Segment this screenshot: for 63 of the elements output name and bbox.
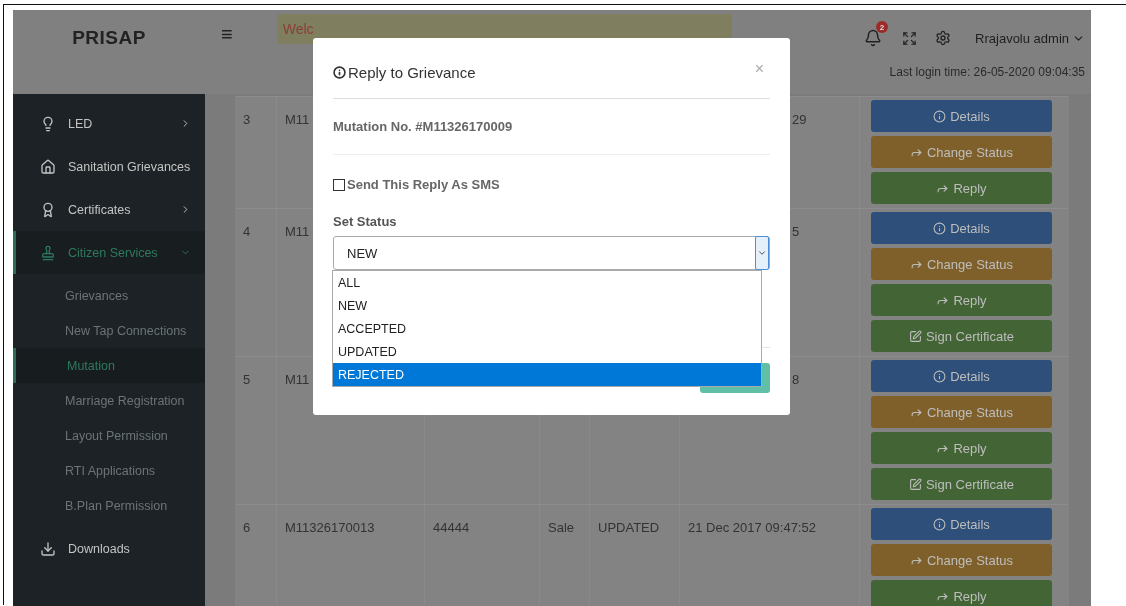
last-login-text: Last login time: 26-05-2020 09:04:35 (889, 65, 1085, 79)
action-button[interactable]: Reply (871, 580, 1052, 606)
action-button[interactable]: Details (871, 212, 1052, 244)
action-button[interactable]: Details (871, 100, 1052, 132)
edit-icon (908, 477, 922, 491)
action-button[interactable]: Change Status (871, 396, 1052, 428)
action-button[interactable]: Reply (871, 432, 1052, 464)
sidebar-item[interactable]: Citizen Services (13, 231, 205, 274)
sidebar-item[interactable]: Downloads (13, 527, 205, 570)
status-option[interactable]: REJECTED (333, 363, 761, 386)
action-button[interactable]: Change Status (871, 544, 1052, 576)
info-icon (933, 517, 947, 531)
table-cell: 44444 (425, 505, 540, 606)
table-cell: M11326170013 (277, 505, 425, 606)
sidebar-item-icon (40, 244, 56, 261)
action-button[interactable]: Sign Certificate (871, 468, 1052, 500)
sidebar-subitem[interactable]: B.Plan Permission (13, 488, 205, 523)
action-button[interactable]: Reply (871, 172, 1052, 204)
sidebar-item-icon (40, 201, 56, 218)
sidebar-item[interactable]: Sanitation Grievances (13, 145, 205, 188)
notification-count: 2 (876, 21, 889, 33)
sidebar-item[interactable]: LED (13, 102, 205, 145)
sidebar-subitem[interactable]: New Tap Connections (13, 313, 205, 348)
status-select[interactable]: NEW (333, 236, 770, 270)
sidebar-subitem[interactable]: Mutation (13, 348, 205, 383)
table-cell: 6 (235, 505, 277, 606)
sidebar-item-icon (40, 540, 56, 557)
mutation-number: Mutation No. #M11326170009 (333, 99, 770, 155)
action-button[interactable]: Sign Certificate (871, 320, 1052, 352)
settings-icon[interactable] (935, 30, 952, 46)
notification-icon[interactable] (864, 29, 883, 47)
menu-icon[interactable]: ≡ (221, 23, 233, 51)
table-cell: 3 (235, 97, 277, 208)
action-button[interactable]: Reply (871, 284, 1052, 316)
status-label: Set Status (333, 214, 398, 229)
fullscreen-icon[interactable] (902, 30, 918, 46)
sidebar-subitem[interactable]: RTI Applications (13, 453, 205, 488)
action-button[interactable]: Change Status (871, 136, 1052, 168)
sidebar-subitem[interactable]: Grievances (13, 278, 205, 313)
sidebar-item[interactable]: Certificates (13, 188, 205, 231)
caret-icon (757, 248, 767, 258)
edit-icon (908, 329, 922, 343)
sidebar-item-icon (40, 158, 56, 175)
info-icon (933, 109, 947, 123)
table-cell: UPDATED (590, 505, 680, 606)
info-icon (333, 65, 346, 79)
table-cell: Sale (540, 505, 590, 606)
sidebar-item-icon (40, 115, 56, 132)
user-menu[interactable]: Rrajavolu admin (975, 30, 1085, 46)
close-button[interactable]: × (748, 60, 770, 84)
brand-logo: PRISAP (71, 26, 147, 50)
action-button[interactable]: Details (871, 360, 1052, 392)
info-icon (933, 369, 947, 383)
info-icon (933, 221, 947, 235)
table-cell: 4 (235, 209, 277, 356)
dialog-title: Reply to Grievance (348, 63, 477, 81)
sidebar-subitem[interactable]: Layout Permission (13, 418, 205, 453)
table-cell: 5 (235, 357, 277, 504)
sidebar-subitem[interactable]: Marriage Registration (13, 383, 205, 418)
action-button[interactable]: Change Status (871, 248, 1052, 280)
table-cell: 21 Dec 2017 09:47:52 (680, 505, 860, 606)
sms-checkbox[interactable] (333, 178, 345, 191)
action-button[interactable]: Details (871, 508, 1052, 540)
